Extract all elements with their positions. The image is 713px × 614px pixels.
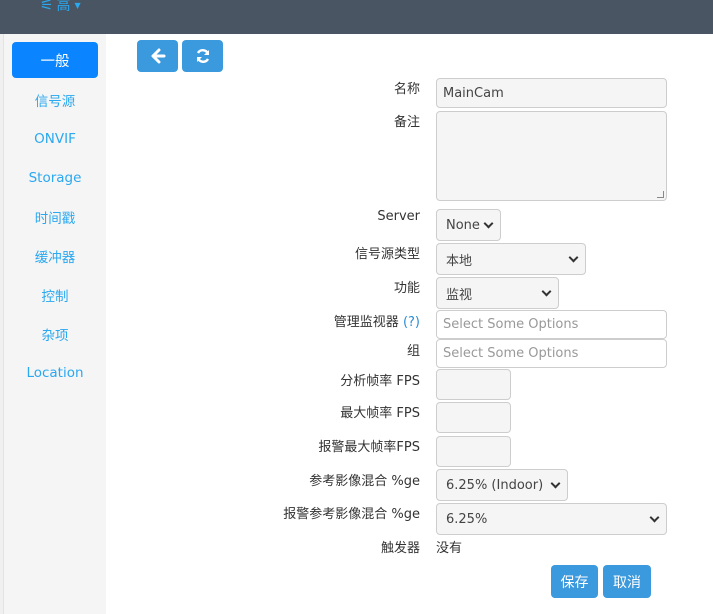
sidebar-item-source[interactable]: 信号源 bbox=[12, 82, 98, 118]
sidebar-item-storage[interactable]: Storage bbox=[12, 160, 98, 196]
save-button[interactable]: 保存 bbox=[551, 565, 598, 598]
function-value: 监视 bbox=[446, 287, 473, 303]
help-link[interactable]: (?) bbox=[403, 315, 420, 330]
analysis-fps-input[interactable] bbox=[436, 369, 511, 400]
sidebar-item-buffers[interactable]: 缓冲器 bbox=[12, 238, 98, 274]
alarm-ref-blend-value: 6.25% bbox=[446, 511, 488, 527]
caret-down-icon: ▼ bbox=[74, 0, 81, 10]
group-placeholder: Select Some Options bbox=[443, 346, 579, 361]
refresh-button[interactable] bbox=[182, 40, 223, 72]
max-fps-input[interactable] bbox=[436, 402, 511, 433]
alarm-max-fps-label: 报警最大帧率FPS bbox=[318, 440, 420, 455]
ref-blend-select[interactable]: 6.25% (Indoor) bbox=[436, 469, 568, 501]
chevron-down-icon bbox=[649, 512, 660, 522]
sidebar-item-control[interactable]: 控制 bbox=[12, 277, 98, 313]
server-value: None bbox=[446, 217, 480, 233]
arrow-left-icon bbox=[151, 48, 165, 64]
server-select[interactable]: None bbox=[436, 209, 501, 241]
server-label: Server bbox=[377, 209, 420, 224]
source-type-select[interactable]: 本地 bbox=[436, 243, 586, 275]
manager-monitors-placeholder: Select Some Options bbox=[443, 317, 579, 332]
ref-blend-value: 6.25% (Indoor) bbox=[446, 477, 544, 493]
alarm-ref-blend-label: 报警参考影像混合 %ge bbox=[283, 507, 420, 522]
sidebar-item-misc[interactable]: 杂项 bbox=[12, 316, 98, 352]
refresh-icon bbox=[196, 49, 209, 63]
name-input[interactable]: MainCam bbox=[436, 78, 667, 108]
chevron-down-icon bbox=[541, 286, 552, 296]
chevron-down-icon bbox=[483, 218, 494, 228]
triggers-label: 触发器 bbox=[380, 541, 420, 556]
cancel-button[interactable]: 取消 bbox=[603, 565, 651, 598]
top-navbar: ⚟ 高 ▼ bbox=[0, 0, 713, 34]
notes-textarea[interactable] bbox=[436, 111, 667, 201]
alarm-max-fps-input[interactable] bbox=[436, 436, 511, 467]
function-label: 功能 bbox=[393, 281, 420, 296]
resize-handle-icon[interactable] bbox=[657, 191, 664, 198]
manager-monitors-multiselect[interactable]: Select Some Options bbox=[436, 310, 667, 339]
manager-monitors-label: 管理监视器 (?) bbox=[334, 311, 420, 330]
sidebar-item-location[interactable]: Location bbox=[12, 355, 98, 391]
alarm-ref-blend-select[interactable]: 6.25% bbox=[436, 503, 667, 535]
sidebar-item-general[interactable]: 一般 bbox=[12, 42, 98, 78]
manager-monitors-label-text: 管理监视器 bbox=[333, 315, 399, 330]
broadcast-icon: ⚟ bbox=[40, 0, 54, 14]
back-button[interactable] bbox=[137, 40, 178, 72]
max-fps-label: 最大帧率 FPS bbox=[340, 406, 420, 421]
brand-menu[interactable]: ⚟ 高 ▼ bbox=[40, 0, 81, 15]
sidebar: 一般 信号源 ONVIF Storage 时间戳 缓冲器 控制 杂项 Locat… bbox=[4, 34, 106, 614]
notes-label: 备注 bbox=[393, 115, 420, 130]
source-type-label: 信号源类型 bbox=[354, 247, 420, 262]
analysis-fps-label: 分析帧率 FPS bbox=[340, 374, 420, 389]
name-label: 名称 bbox=[393, 82, 420, 97]
ref-blend-label: 参考影像混合 %ge bbox=[309, 474, 420, 489]
brand-text: 高 bbox=[56, 0, 71, 14]
sidebar-item-onvif[interactable]: ONVIF bbox=[12, 121, 98, 157]
function-select[interactable]: 监视 bbox=[436, 277, 559, 309]
chevron-down-icon bbox=[550, 478, 561, 488]
sidebar-item-timestamp[interactable]: 时间戳 bbox=[12, 199, 98, 235]
group-multiselect[interactable]: Select Some Options bbox=[436, 339, 667, 368]
group-label: 组 bbox=[406, 344, 420, 359]
triggers-value: 没有 bbox=[436, 541, 463, 556]
source-type-value: 本地 bbox=[446, 253, 473, 269]
chevron-down-icon bbox=[568, 252, 579, 262]
